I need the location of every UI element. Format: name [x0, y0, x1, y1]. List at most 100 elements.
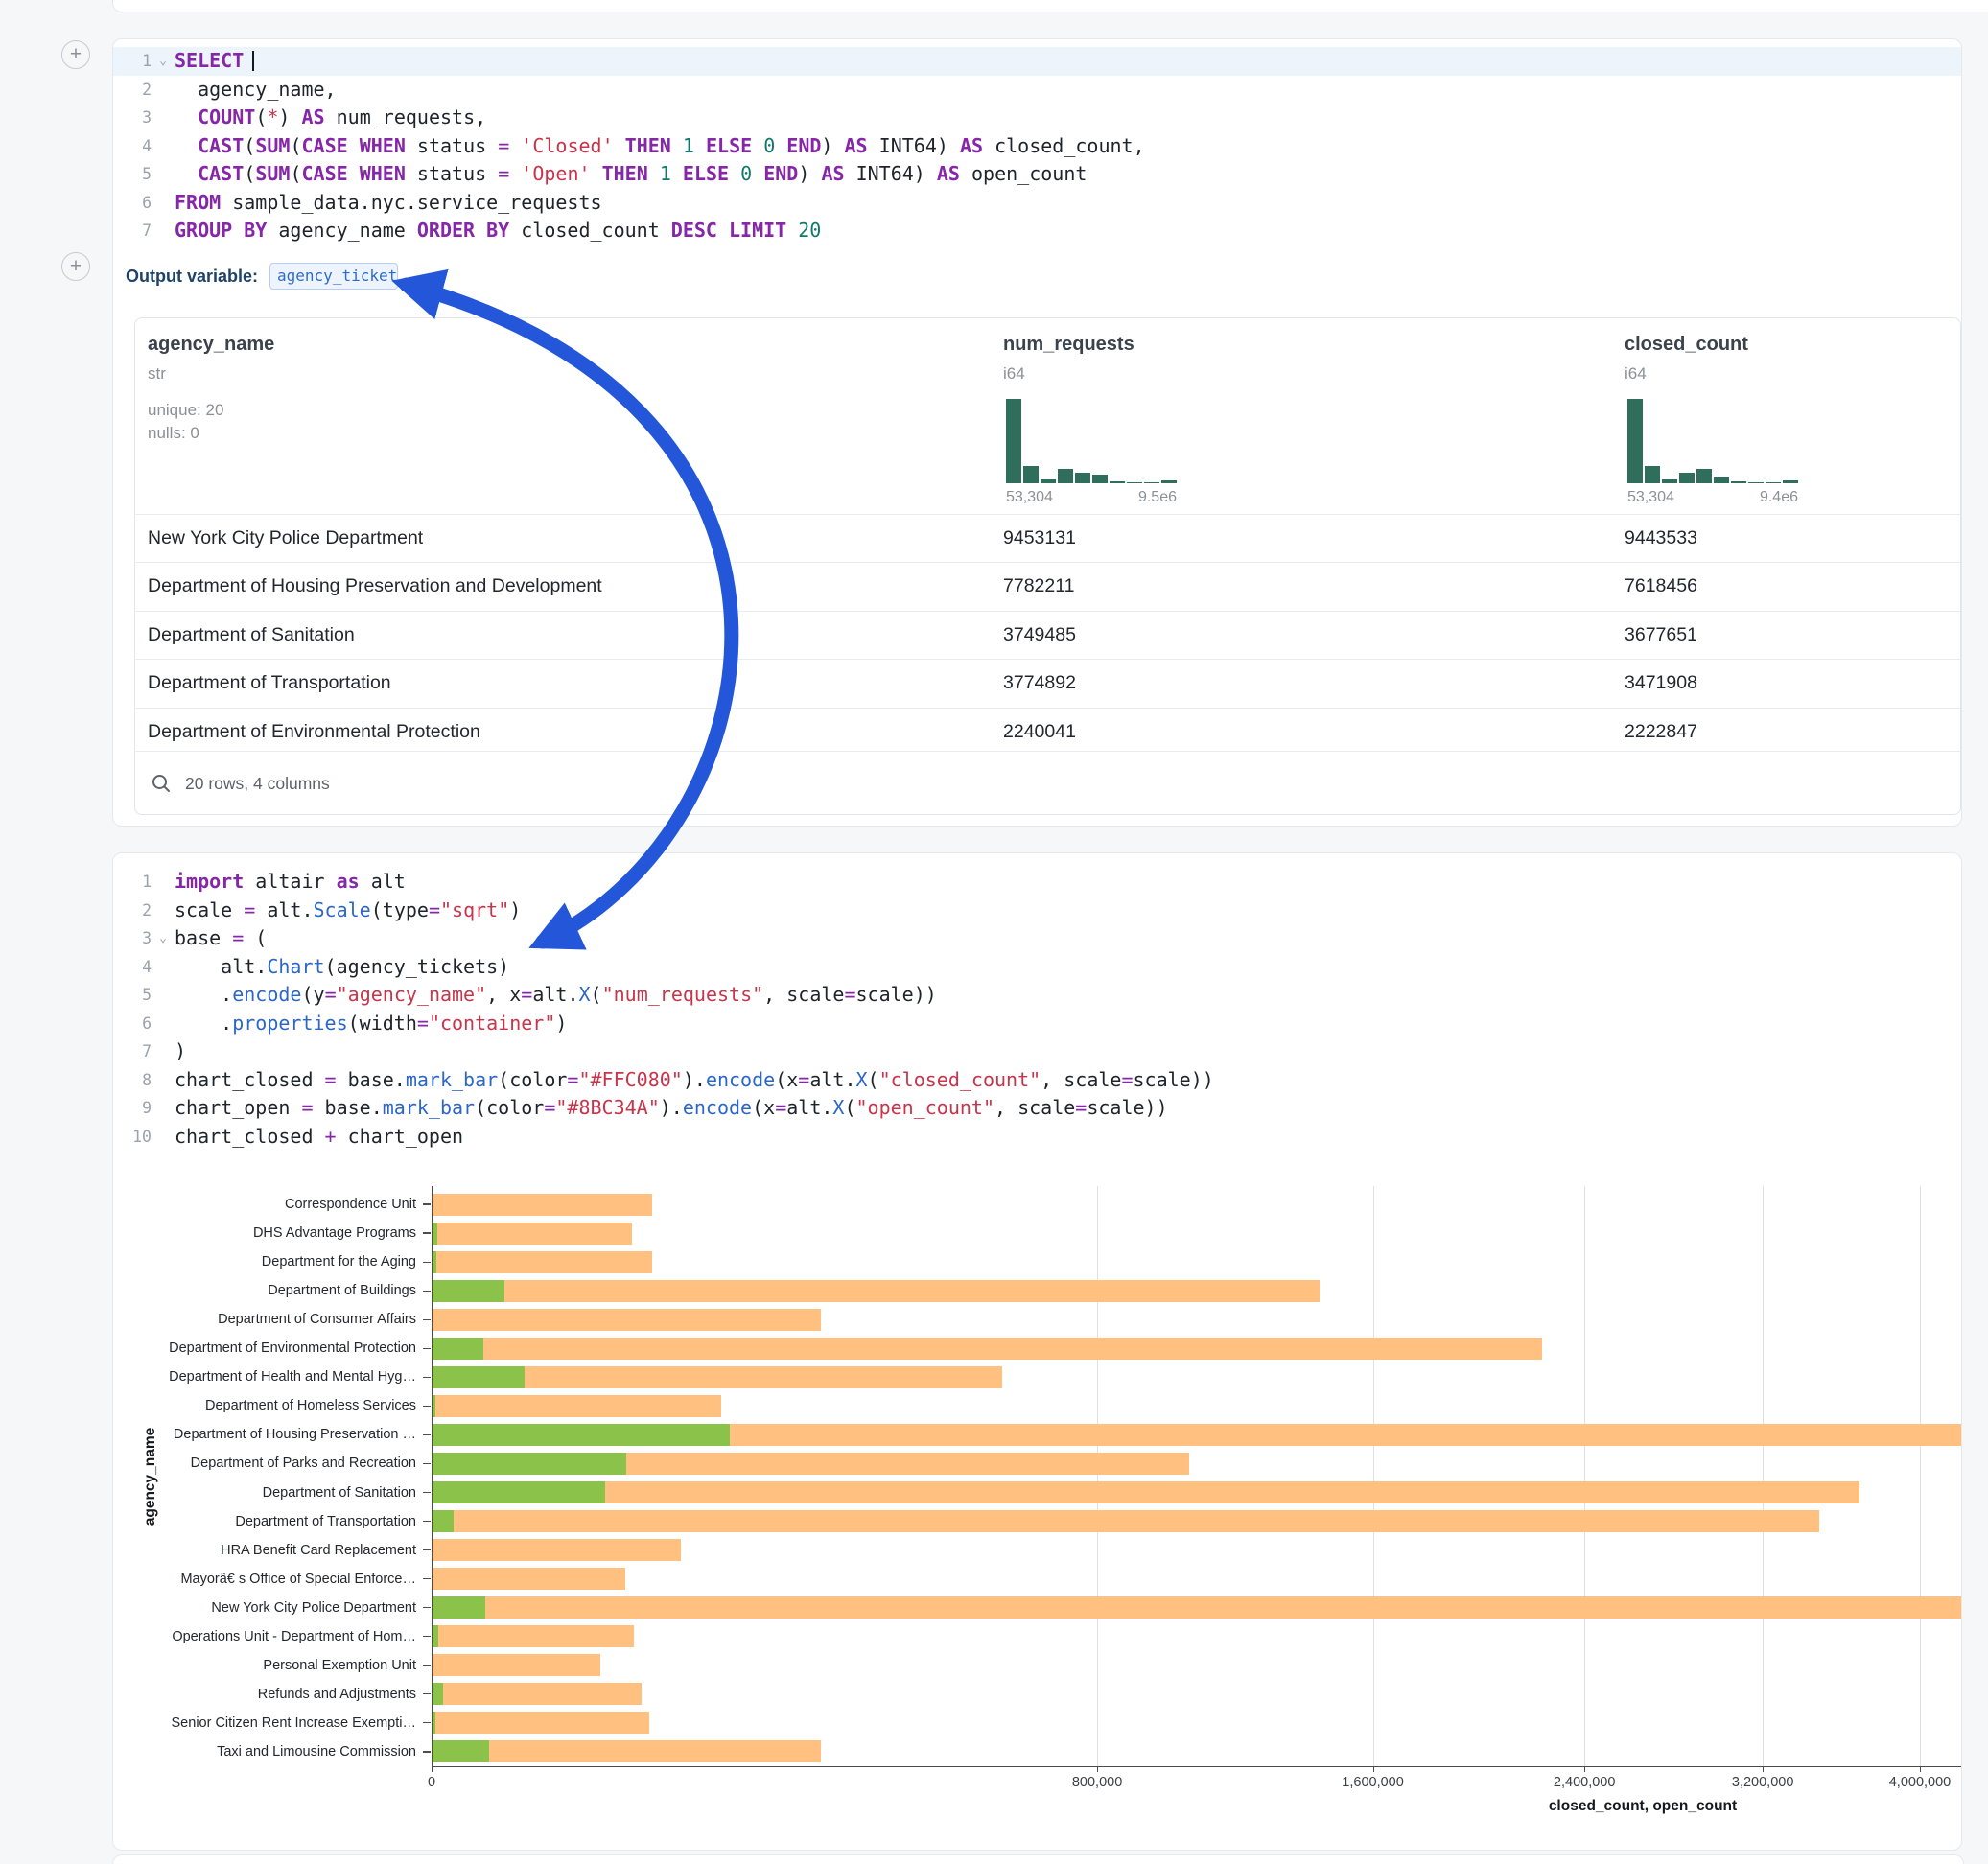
histogram-bar [1092, 475, 1108, 483]
line-number: 2 [113, 897, 152, 925]
x-tick-label: 2,400,000 [1517, 1775, 1651, 1790]
bar-closed_count [433, 1481, 1859, 1503]
table-cell: 3677651 [1625, 612, 1697, 659]
gutter-spacer [152, 160, 175, 189]
y-tick-label: Correspondence Unit [113, 1197, 416, 1212]
bar-closed_count [433, 1309, 821, 1331]
y-tick [423, 1693, 431, 1694]
table-row: Department of Sanitation37494853677651 [135, 611, 1960, 659]
output-variable-label: Output variable: [126, 267, 258, 287]
bar-open_count [433, 1510, 454, 1532]
y-tick [423, 1636, 431, 1637]
python-editor[interactable]: 1import altair as alt2scale = alt.Scale(… [113, 868, 1961, 1151]
y-tick [423, 1348, 431, 1349]
y-tick-label: Department for the Aging [113, 1254, 416, 1270]
histogram-range: 53,304 9.4e6 [1627, 489, 1798, 506]
code-line: 2scale = alt.Scale(type="sqrt") [113, 897, 1961, 925]
gutter-spacer [152, 897, 175, 925]
histogram-bar [1075, 473, 1090, 483]
fold-chevron-icon[interactable]: ⌄ [152, 924, 175, 953]
bar-open_count [433, 1740, 489, 1762]
y-tick-label: Personal Exemption Unit [113, 1658, 416, 1673]
line-number: 2 [113, 76, 152, 105]
code-line: 4 alt.Chart(agency_tickets) [113, 953, 1961, 982]
code-line: 6 .properties(width="container") [113, 1010, 1961, 1038]
table-cell: 9453131 [1003, 515, 1076, 562]
add-cell-button[interactable]: + [61, 40, 90, 69]
output-variable-row: Output variable: agency_tickets [126, 262, 398, 291]
y-tick-label: DHS Advantage Programs [113, 1225, 416, 1241]
x-tick-label: 800,000 [1030, 1775, 1164, 1790]
histogram-bar [1679, 473, 1695, 483]
bar-open_count [433, 1683, 443, 1705]
bar-closed_count [433, 1568, 625, 1590]
histogram-bar [1110, 481, 1125, 483]
bar-closed_count [433, 1625, 634, 1647]
fold-chevron-icon[interactable]: ⌄ [152, 47, 175, 76]
table-row: New York City Police Department945313194… [135, 514, 1960, 562]
bar-closed_count [433, 1223, 632, 1245]
line-number: 7 [113, 217, 152, 245]
gridline [1097, 1186, 1098, 1766]
bar-open_count [433, 1625, 438, 1647]
histogram-bar [1127, 482, 1142, 483]
line-number: 4 [113, 132, 152, 161]
histogram-max-label: 9.5e6 [1138, 489, 1177, 506]
y-tick [423, 1578, 431, 1579]
column-header: agency_name [148, 334, 274, 356]
gutter-spacer [152, 1037, 175, 1066]
y-tick [423, 1291, 431, 1292]
x-tick-label: 4,000,000 [1853, 1775, 1962, 1790]
bar-open_count [433, 1251, 436, 1273]
y-tick-label: Operations Unit - Department of Hom… [113, 1629, 416, 1644]
column-header: num_requests [1003, 334, 1134, 356]
table-cell: 7618456 [1625, 563, 1697, 610]
code-line: 3 COUNT(*) AS num_requests, [113, 104, 1961, 132]
histogram-bar [1161, 480, 1177, 483]
y-tick [423, 1549, 431, 1550]
table-cell: New York City Police Department [148, 515, 423, 562]
histogram-bar [1041, 479, 1056, 483]
histogram-min-label: 53,304 [1006, 489, 1053, 506]
gridline [1763, 1186, 1764, 1766]
column-header: closed_count [1625, 334, 1748, 356]
bar-closed_count [433, 1539, 681, 1561]
text-cursor [252, 51, 254, 71]
bar-closed_count [433, 1280, 1320, 1302]
table-cell: 3749485 [1003, 612, 1076, 659]
previous-cell-edge [112, 0, 1988, 12]
gutter-spacer [152, 981, 175, 1010]
bar-open_count [433, 1453, 626, 1475]
table-footer: 20 rows, 4 columns [135, 751, 1960, 815]
search-icon[interactable] [151, 773, 172, 794]
code-line: 5 CAST(SUM(CASE WHEN status = 'Open' THE… [113, 160, 1961, 189]
y-tick [423, 1463, 431, 1464]
histogram-bar [1748, 482, 1764, 483]
line-number: 7 [113, 1037, 152, 1066]
histogram-bar [1144, 482, 1159, 483]
table-cell: 3471908 [1625, 660, 1697, 707]
x-axis-line [432, 1766, 1962, 1767]
column-histogram [1006, 399, 1177, 483]
histogram-bar [1058, 469, 1073, 483]
line-number: 1 [113, 868, 152, 897]
bar-open_count [433, 1223, 437, 1245]
bar-open_count [433, 1481, 605, 1503]
histogram-bar [1023, 466, 1039, 483]
next-cell-edge [112, 1854, 1964, 1864]
line-number: 8 [113, 1066, 152, 1095]
bar-closed_count [433, 1712, 649, 1734]
gutter-spacer [152, 104, 175, 132]
histogram-bar [1696, 469, 1712, 483]
sql-cell: 1⌄SELECT2 agency_name,3 COUNT(*) AS num_… [112, 38, 1962, 827]
line-number: 1 [113, 47, 152, 76]
x-axis-title: closed_count, open_count [1451, 1798, 1835, 1815]
histogram-max-label: 9.4e6 [1760, 489, 1798, 506]
row-column-count: 20 rows, 4 columns [185, 774, 330, 794]
x-tick-label: 1,600,000 [1306, 1775, 1440, 1790]
add-cell-button[interactable]: + [61, 252, 90, 281]
table-row: Department of Housing Preservation and D… [135, 562, 1960, 610]
output-variable-badge[interactable]: agency_tickets [269, 263, 398, 290]
sql-editor[interactable]: 1⌄SELECT2 agency_name,3 COUNT(*) AS num_… [113, 47, 1961, 245]
bar-closed_count [433, 1654, 600, 1676]
